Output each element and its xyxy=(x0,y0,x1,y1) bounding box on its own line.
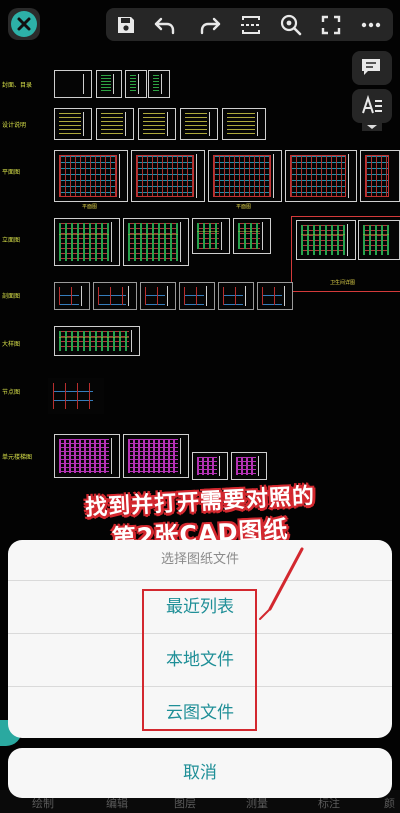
drawing-sheet xyxy=(140,282,176,310)
close-button-container xyxy=(8,8,40,40)
drawing-sheet xyxy=(179,282,215,310)
drawing-sheet xyxy=(54,326,140,356)
text-style-button[interactable] xyxy=(352,89,392,123)
drawing-sheet xyxy=(208,150,282,202)
drawing-sheet xyxy=(54,434,120,478)
drawing-sheet xyxy=(125,70,147,98)
close-icon xyxy=(17,17,31,31)
top-toolbar xyxy=(106,8,393,41)
zoom-icon xyxy=(280,14,302,36)
drawing-note: 平面图 xyxy=(236,204,252,210)
drawing-note: 卫生间详图 xyxy=(330,280,356,286)
row-label: 平面图 xyxy=(2,169,21,176)
drawing-sheet xyxy=(93,282,137,310)
drawing-sheet xyxy=(48,378,104,414)
row-label: 设计说明 xyxy=(2,122,27,129)
redo-icon xyxy=(200,17,221,35)
drawing-sheet xyxy=(54,70,92,98)
drawing-sheet xyxy=(123,218,189,266)
highlight-box xyxy=(142,589,257,731)
comment-icon xyxy=(362,59,380,75)
drawing-sheet xyxy=(222,108,266,140)
sheet-title: 选择图纸文件 xyxy=(8,540,392,581)
row-label: 立面图 xyxy=(2,237,21,244)
row-label: 剖面图 xyxy=(2,293,21,300)
collapse-toggle[interactable] xyxy=(362,123,382,131)
row-label: 封面、目录 xyxy=(2,82,33,89)
close-button[interactable] xyxy=(11,11,37,37)
drawing-sheet xyxy=(192,218,230,254)
frame-select-button[interactable] xyxy=(238,12,264,38)
pointer-line xyxy=(259,547,304,620)
cancel-button[interactable]: 取消 xyxy=(8,748,392,798)
nav-color[interactable]: 颜 xyxy=(384,795,395,811)
text-style-icon xyxy=(362,94,382,114)
drawing-sheet xyxy=(131,150,205,202)
undo-icon xyxy=(154,17,175,35)
drawing-sheet xyxy=(180,108,218,140)
drawing-sheet xyxy=(54,108,92,140)
drawing-sheet xyxy=(218,282,254,310)
save-button[interactable] xyxy=(113,12,139,38)
fullscreen-icon xyxy=(321,15,341,35)
undo-button[interactable] xyxy=(152,12,178,38)
drawing-sheet xyxy=(296,220,356,260)
drawing-sheet xyxy=(285,150,357,202)
row-label: 节点图 xyxy=(2,389,21,396)
save-icon xyxy=(118,17,134,33)
more-icon xyxy=(361,22,381,28)
comment-button[interactable] xyxy=(352,51,392,85)
drawing-note: 平面图 xyxy=(82,204,98,210)
drawing-sheet xyxy=(360,150,400,202)
drawing-sheet xyxy=(148,70,170,98)
fullscreen-button[interactable] xyxy=(318,12,344,38)
frame-icon xyxy=(241,16,261,34)
drawing-sheet xyxy=(123,434,189,478)
more-button[interactable] xyxy=(358,12,384,38)
drawing-sheet xyxy=(96,108,134,140)
drawing-sheet xyxy=(96,70,122,98)
row-label: 大样图 xyxy=(2,341,21,348)
drawing-sheet xyxy=(138,108,176,140)
drawing-sheet xyxy=(54,150,128,202)
drawing-sheet xyxy=(233,218,271,254)
redo-button[interactable] xyxy=(197,12,223,38)
drawing-sheet xyxy=(257,282,293,310)
drawing-sheet xyxy=(192,452,228,480)
drawing-sheet xyxy=(54,282,90,310)
drawing-sheet xyxy=(358,220,400,260)
zoom-button[interactable] xyxy=(278,12,304,38)
row-label: 单元楼梯图 xyxy=(2,454,33,461)
drawing-sheet xyxy=(231,452,267,480)
drawing-sheet xyxy=(54,218,120,266)
